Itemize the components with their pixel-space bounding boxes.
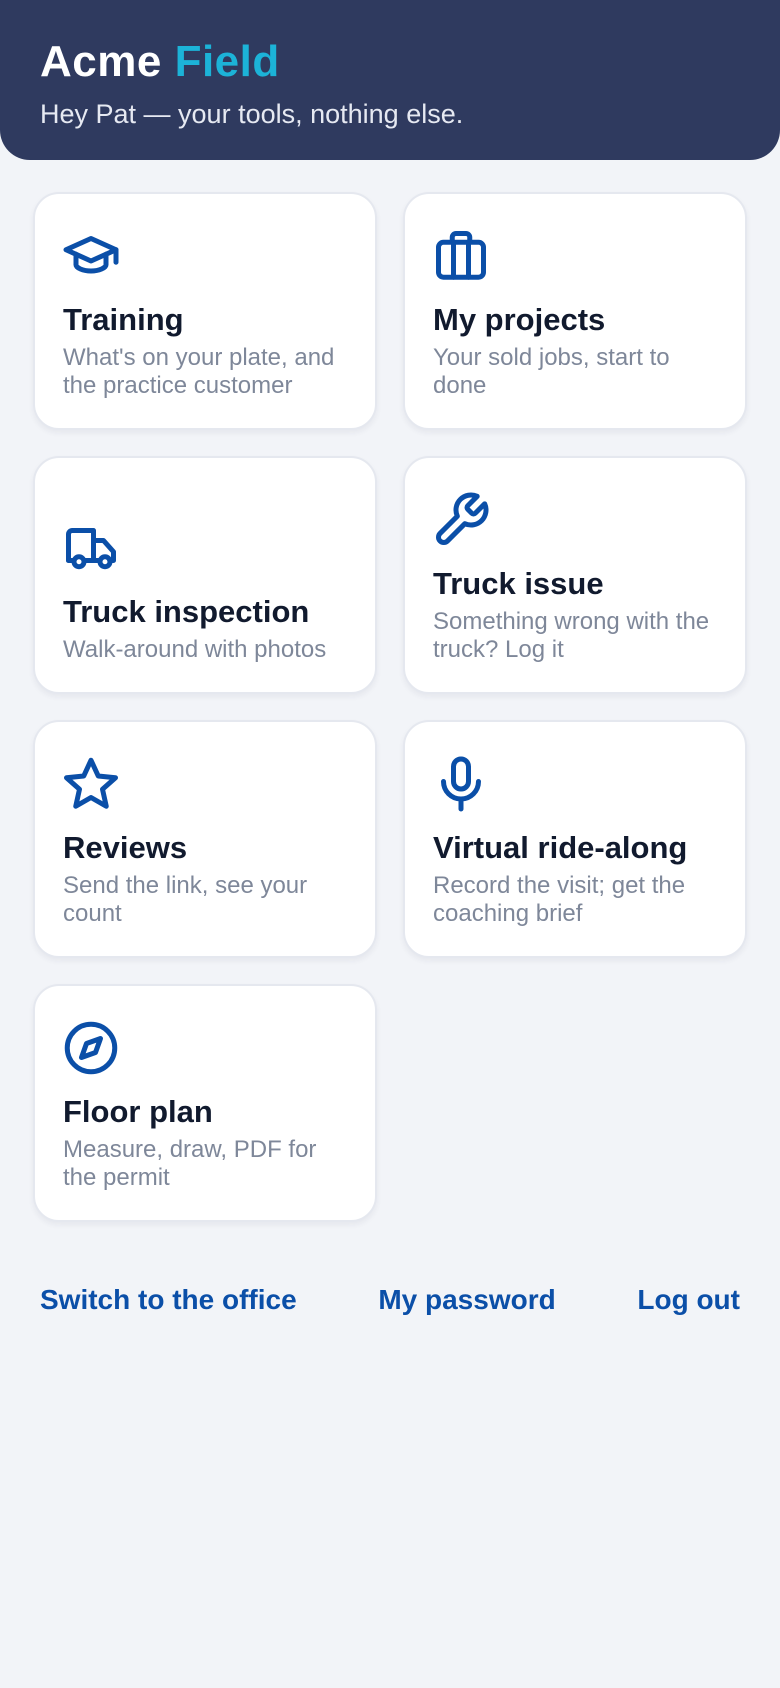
tile-description: Walk-around with photos [63,636,327,663]
tile-title: Truck issue [433,566,604,601]
tile-title: Truck inspection [63,594,310,629]
tile-training[interactable]: Training What's on your plate, and the p… [33,192,377,430]
switch-to-office-link[interactable]: Switch to the office [40,1282,297,1318]
tile-title: Training [63,302,184,337]
tile-title: Floor plan [63,1094,213,1129]
tile-truck-issue[interactable]: Truck issue Something wrong with the tru… [403,456,747,694]
tile-floor-plan[interactable]: Floor plan Measure, draw, PDF for the pe… [33,984,377,1222]
tile-description: What's on your plate, and the practice c… [63,344,335,399]
tile-my-projects[interactable]: My projects Your sold jobs, start to don… [403,192,747,430]
compass-icon [61,1018,121,1078]
microphone-icon [431,754,491,814]
app-header: Acme Field Hey Pat — your tools, nothing… [0,0,780,160]
tile-description: Record the visit; get the coaching brief [433,872,686,927]
tile-truck-inspection[interactable]: Truck inspection Walk-around with photos [33,456,377,694]
star-icon [61,754,121,814]
brand-accent: Field [174,37,280,86]
tile-virtual-ride-along[interactable]: Virtual ride-along Record the visit; get… [403,720,747,958]
tile-description: Measure, draw, PDF for the permit [63,1136,317,1191]
greeting-subtitle: Hey Pat — your tools, nothing else. [40,99,464,129]
truck-icon [61,518,121,578]
graduation-cap-icon [61,226,121,286]
tile-title: My projects [433,302,606,337]
app-logo: Acme Field [40,38,740,86]
briefcase-icon [431,226,491,286]
tile-description: Something wrong with the truck? Log it [433,608,710,663]
tile-reviews[interactable]: Reviews Send the link, see your count [33,720,377,958]
tile-title: Virtual ride-along [433,830,688,865]
wrench-icon [431,490,491,550]
tile-description: Send the link, see your count [63,872,308,927]
tools-grid: Training What's on your plate, and the p… [33,192,748,1222]
footer-links: Switch to the office My password Log out [40,1282,740,1318]
tile-title: Reviews [63,830,188,865]
log-out-link[interactable]: Log out [637,1282,740,1318]
my-password-link[interactable]: My password [378,1282,555,1318]
tile-description: Your sold jobs, start to done [433,344,670,399]
brand-primary: Acme [40,37,162,86]
